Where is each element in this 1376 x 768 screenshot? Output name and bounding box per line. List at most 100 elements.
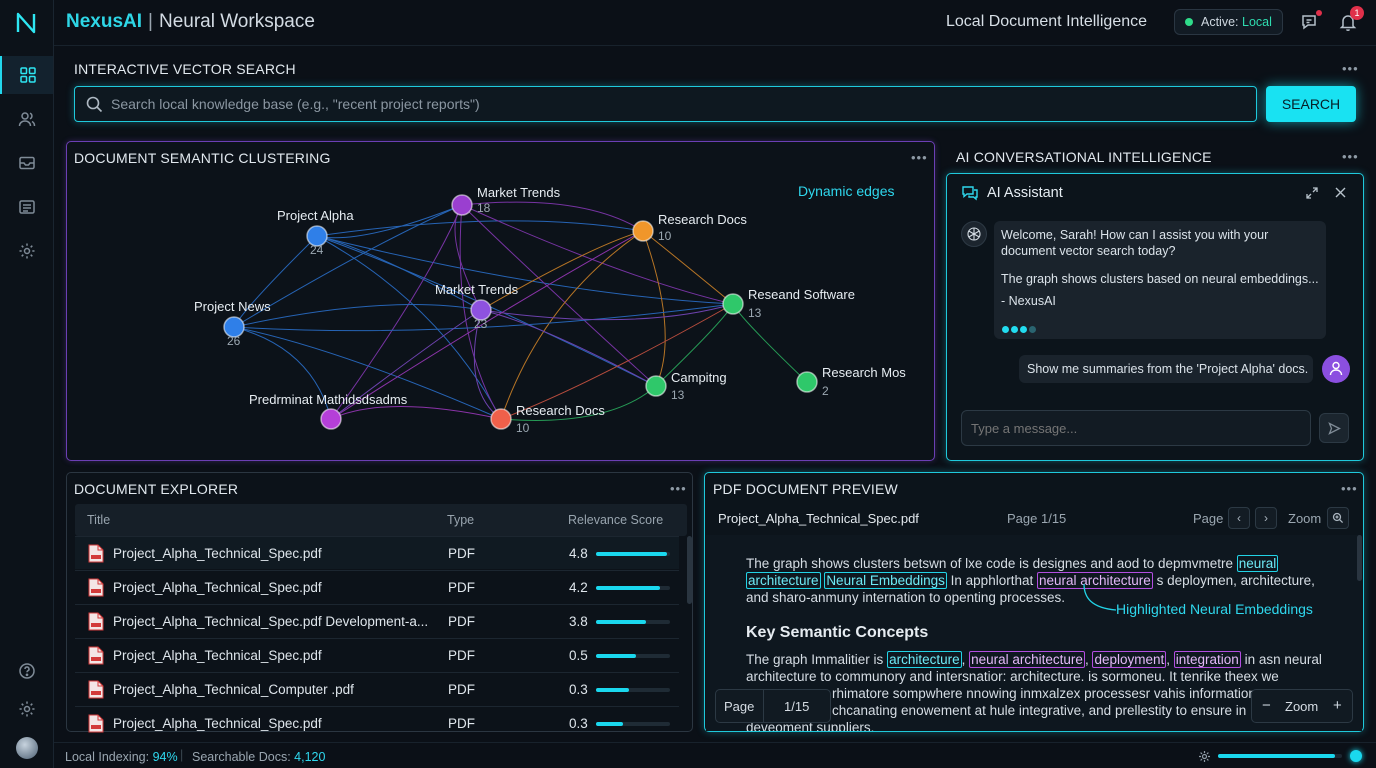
search-box [74, 86, 1257, 122]
highlight-neural-embeddings[interactable]: Neural Embeddings [824, 572, 947, 589]
highlight-architecture[interactable]: architecture [746, 572, 821, 589]
assistant-message-1: Welcome, Sarah! How can I assist you wit… [1001, 228, 1269, 258]
users-icon [18, 112, 35, 127]
search-input[interactable] [111, 87, 1241, 120]
node-label: Research Docs [658, 212, 747, 227]
pdf-preview-panel: PDF DOCUMENT PREVIEW ••• Project_Alpha_T… [704, 472, 1364, 732]
column-relevance[interactable]: Relevance Score [568, 513, 663, 527]
progress-handle[interactable] [1350, 750, 1362, 762]
cluster-node[interactable] [632, 220, 654, 242]
table-row[interactable]: Project_Alpha_Technical_Spec.pdf PDF 4.8 [75, 536, 679, 569]
node-count: 2 [822, 384, 829, 398]
column-type[interactable]: Type [447, 513, 474, 527]
row-type: PDF [448, 614, 475, 629]
explorer-scrollbar[interactable] [687, 536, 692, 604]
zoom-in-button[interactable]: + [1333, 697, 1342, 714]
status-bar: Local Indexing: 94% | Searchable Docs: 4… [54, 742, 1376, 768]
zoom-out-button[interactable]: − [1262, 697, 1271, 714]
header: NexusAI | Neural Workspace Local Document … [54, 0, 1376, 46]
expand-icon[interactable] [1305, 186, 1319, 200]
search-button[interactable]: SEARCH [1266, 86, 1356, 122]
cluster-node[interactable] [320, 408, 342, 430]
sidebar-item-dashboard[interactable] [0, 56, 53, 94]
highlight-neural-architecture-2[interactable]: neural architecture [969, 651, 1085, 668]
close-icon[interactable] [1334, 186, 1347, 199]
chat-more-icon[interactable]: ••• [1342, 149, 1359, 164]
table-row[interactable]: Project_Alpha_Technical_Computer .pdf PDF… [75, 672, 679, 705]
explorer-more-icon[interactable]: ••• [670, 481, 687, 496]
sidebar-item-users[interactable] [0, 100, 53, 138]
pdf-title: PDF DOCUMENT PREVIEW [713, 481, 898, 497]
row-type: PDF [448, 682, 475, 697]
send-button[interactable] [1319, 413, 1349, 443]
pdf-line-4: The graph Immalitier is architecture, ne… [746, 651, 1322, 668]
table-row[interactable]: Project_Alpha_Technical_Spec.pdf PDF 0.5 [75, 638, 679, 671]
settings-button[interactable] [0, 690, 53, 728]
chat-input[interactable] [971, 411, 1301, 445]
prev-page-button[interactable]: ‹ [1228, 507, 1250, 529]
sidebar [0, 0, 54, 768]
indexing-status: Local Indexing: 94% [65, 750, 178, 764]
typing-indicator [1002, 321, 1036, 337]
documents-icon [18, 200, 35, 214]
column-title[interactable]: Title [87, 513, 110, 527]
assistant-avatar [961, 221, 987, 247]
highlight-deployment[interactable]: deployment [1092, 651, 1167, 668]
row-title: Project_Alpha_Technical_Spec.pdf [113, 648, 322, 663]
row-title: Project_Alpha_Technical_Spec.pdf Develop… [113, 614, 429, 629]
sidebar-item-documents[interactable] [0, 188, 53, 226]
table-row[interactable]: Project_Alpha_Technical_Spec.pdf PDF 0.3 [75, 706, 679, 739]
pdf-scrollbar[interactable] [1357, 535, 1362, 581]
pdf-file-icon [88, 612, 104, 631]
zoom-label: Zoom [1288, 511, 1322, 526]
floating-page-control[interactable]: Page 1/15 [715, 689, 831, 723]
clustering-panel: DOCUMENT SEMANTIC CLUSTERING ••• Dynamic… [66, 141, 935, 461]
send-icon [1328, 422, 1341, 435]
next-page-button[interactable]: › [1255, 507, 1277, 529]
user-icon [1329, 361, 1343, 376]
sidebar-item-mail[interactable] [0, 144, 53, 182]
avatar[interactable] [16, 737, 38, 759]
chat-unread-dot [1316, 10, 1322, 16]
mail-icon [18, 156, 35, 170]
cluster-node[interactable] [490, 408, 512, 430]
assistant-signature: - NexusAI [1001, 294, 1056, 308]
zoom-button[interactable] [1327, 507, 1349, 529]
cluster-node[interactable] [796, 371, 818, 393]
row-score: 4.2 [569, 580, 588, 595]
row-title: Project_Alpha_Technical_Computer .pdf [113, 682, 354, 697]
row-score: 0.3 [569, 716, 588, 731]
sidebar-item-settings[interactable] [0, 232, 53, 270]
chat-section-title: AI CONVERSATIONAL INTELLIGENCE [956, 149, 1212, 165]
pdf-more-icon[interactable]: ••• [1341, 481, 1358, 496]
row-type: PDF [448, 716, 475, 731]
table-row[interactable]: Project_Alpha_Technical_Spec.pdf Develop… [75, 604, 679, 637]
highlight-integration[interactable]: integration [1173, 651, 1241, 668]
node-count: 13 [671, 388, 685, 402]
graph-edge [732, 303, 808, 383]
brand: NexusAI | Neural Workspace [66, 11, 315, 32]
status-dot-icon [1185, 18, 1193, 26]
floating-page-value: 1/15 [784, 699, 810, 714]
cluster-node[interactable] [722, 293, 744, 315]
node-label: Predrminat Mathidsdsadms [249, 392, 408, 407]
cluster-node[interactable] [645, 375, 667, 397]
graph-edge [500, 303, 734, 420]
highlight-architecture-2[interactable]: architecture [887, 651, 962, 668]
brand-name: NexusAI [66, 11, 143, 32]
search-section-title: INTERACTIVE VECTOR SEARCH [74, 61, 296, 77]
sync-icon [1199, 751, 1210, 762]
node-count: 18 [477, 201, 491, 215]
searchable-docs: Searchable Docs: 4,120 [192, 750, 326, 764]
help-button[interactable] [0, 652, 53, 690]
pdf-heading: Key Semantic Concepts [746, 624, 929, 641]
row-score: 4.8 [569, 546, 588, 561]
search-more-icon[interactable]: ••• [1342, 61, 1359, 76]
cluster-node[interactable] [451, 194, 473, 216]
pdf-file-icon [88, 578, 104, 597]
table-row[interactable]: Project_Alpha_Technical_Spec.pdf PDF 4.2 [75, 570, 679, 603]
notification-badge: 1 [1350, 6, 1364, 20]
relevance-bar [596, 722, 670, 726]
highlight-neural[interactable]: neural [1236, 555, 1279, 572]
node-label: Research Docs [516, 403, 605, 418]
